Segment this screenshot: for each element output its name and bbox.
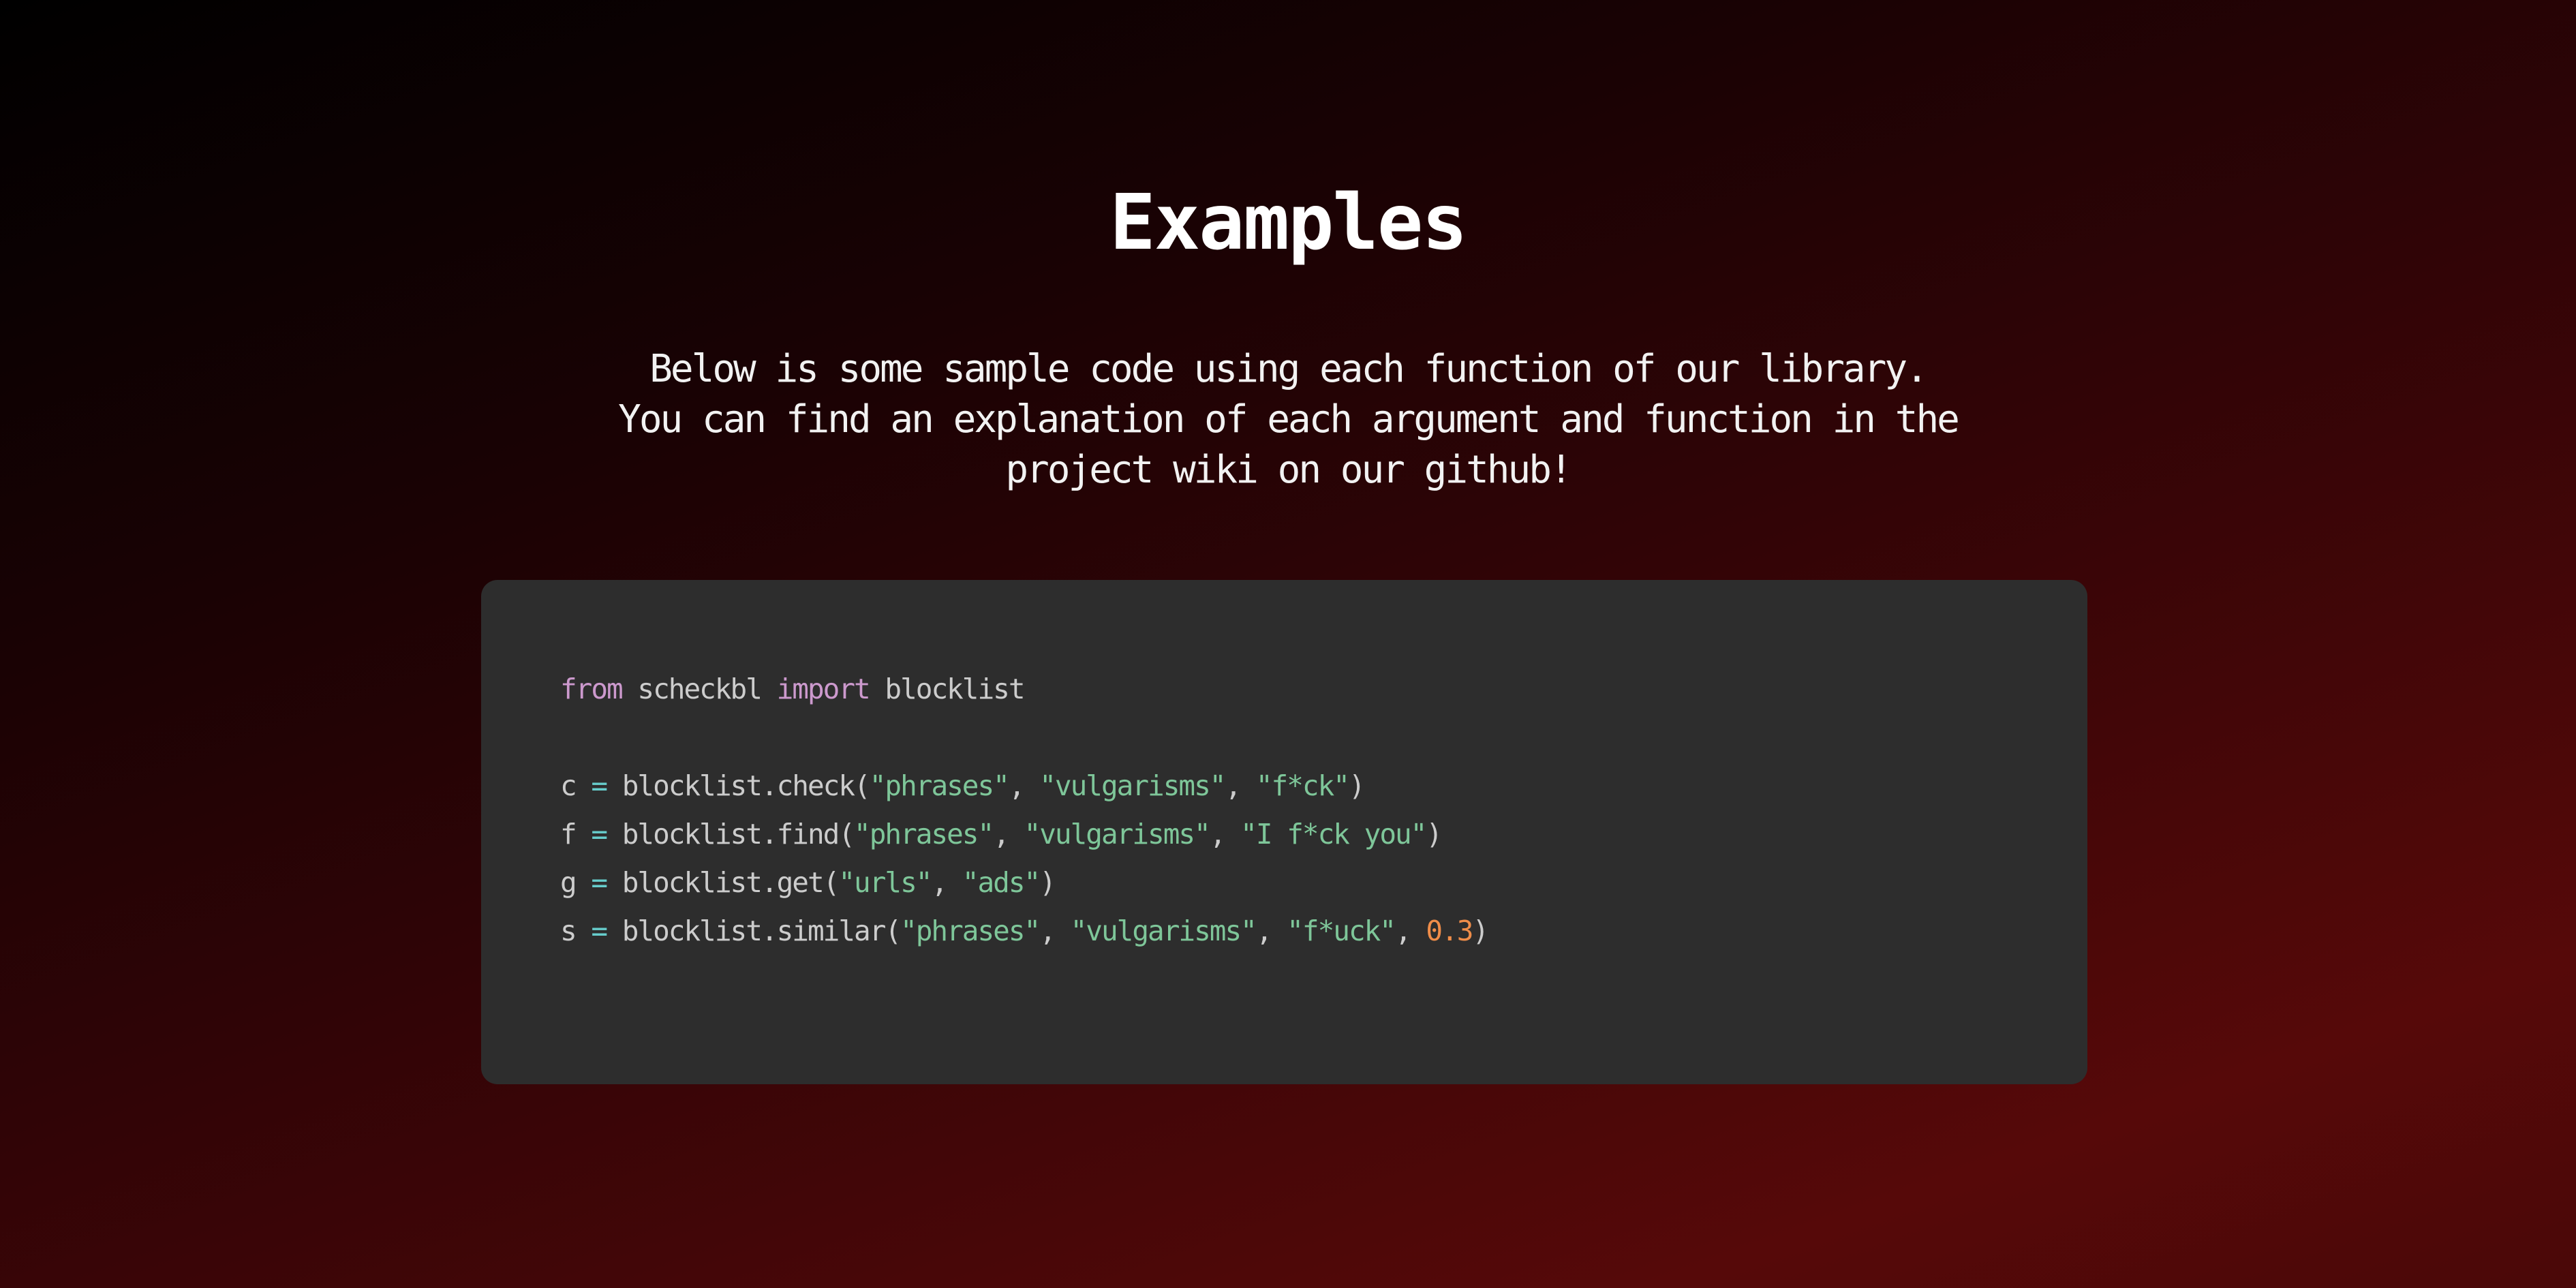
code-token-str: "vulgarisms": [1070, 915, 1257, 947]
page-title: Examples: [1109, 179, 1467, 267]
description-line: project wiki on our github!: [1005, 448, 1572, 492]
code-token-num: 0.3: [1426, 915, 1473, 947]
code-token-txt: c: [560, 769, 592, 802]
code-token-txt: blocklist: [869, 673, 1025, 705]
code-token-txt: ): [1039, 866, 1056, 899]
code-token-txt: blocklist.get(: [607, 866, 840, 899]
code-line: c = blocklist.check("phrases", "vulgaris…: [560, 762, 2087, 810]
code-token-str: "phrases": [869, 769, 1010, 802]
code-token-str: "phrases": [854, 818, 994, 850]
code-token-txt: blocklist.check(: [607, 769, 871, 802]
code-token-txt: blocklist.find(: [607, 818, 855, 850]
code-token-txt: ,: [993, 818, 1024, 850]
code-token-kw: from: [560, 673, 624, 705]
code-token-str: "vulgarisms": [1024, 818, 1211, 850]
code-token-txt: ,: [1225, 769, 1256, 802]
code-token-str: "f*ck": [1255, 769, 1350, 802]
code-token-op: =: [591, 818, 608, 850]
code-line: f = blocklist.find("phrases", "vulgarism…: [560, 810, 2087, 859]
code-token-str: "urls": [838, 866, 932, 899]
code-token-txt: ,: [1395, 915, 1426, 947]
code-token-str: "phrases": [900, 915, 1041, 947]
code-block: from scheckbl import blocklist c = blockl…: [481, 580, 2087, 1084]
code-token-txt: ,: [1209, 818, 1241, 850]
code-token-txt: ): [1348, 769, 1366, 802]
code-token-txt: blocklist.similar(: [607, 915, 902, 947]
code-token-txt: ): [1426, 818, 1443, 850]
code-token-txt: scheckbl: [622, 673, 777, 705]
code-token-op: =: [591, 915, 608, 947]
code-token-kw: import: [776, 673, 871, 705]
code-token-txt: g: [560, 866, 592, 899]
code-token-txt: s: [560, 915, 592, 947]
code-token-str: "ads": [962, 866, 1041, 899]
code-line: from scheckbl import blocklist: [560, 665, 2087, 714]
code-token-txt: ,: [1039, 915, 1071, 947]
code-token-str: "I f*ck you": [1240, 818, 1427, 850]
code-token-op: =: [591, 769, 608, 802]
code-token-txt: ): [1472, 915, 1489, 947]
code-token-str: "f*uck": [1287, 915, 1396, 947]
code-line: s = blocklist.similar("phrases", "vulgar…: [560, 907, 2087, 955]
description-line: You can find an explanation of each argu…: [618, 397, 1960, 442]
code-token-str: "vulgarisms": [1039, 769, 1226, 802]
description-line: Below is some sample code using each fun…: [649, 347, 1929, 391]
description: Below is some sample code using each fun…: [532, 344, 2044, 495]
code-token-txt: ,: [931, 866, 962, 899]
code-token-txt: f: [560, 818, 592, 850]
code-token-txt: ,: [1255, 915, 1287, 947]
code-line: g = blocklist.get("urls", "ads"): [560, 859, 2087, 907]
code-content: from scheckbl import blocklist c = blockl…: [560, 665, 2087, 955]
code-token-txt: ,: [1008, 769, 1040, 802]
code-token-op: =: [591, 866, 608, 899]
